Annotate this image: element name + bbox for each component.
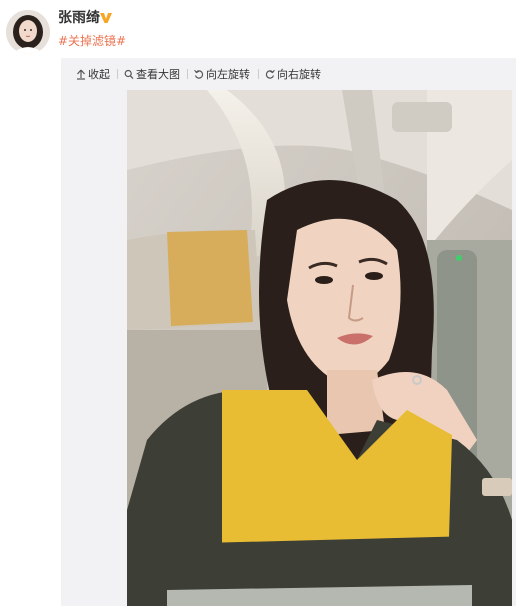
rotate-right-icon <box>265 69 275 79</box>
toolbar-divider <box>258 69 259 79</box>
rotate-left-icon <box>194 69 204 79</box>
username-link[interactable]: 张雨绮 <box>58 9 100 27</box>
avatar-image <box>6 10 50 54</box>
topic-hashtag-link[interactable]: #关掉滤镜# <box>58 33 126 49</box>
toolbar-divider <box>117 69 118 79</box>
collapse-label: 收起 <box>88 68 110 81</box>
media-toolbar: 收起 查看大图 向左旋转 向右旋转 <box>61 58 516 90</box>
avatar[interactable] <box>6 10 50 54</box>
rotate-left-button[interactable]: 向左旋转 <box>194 66 250 82</box>
rotate-right-label: 向右旋转 <box>277 68 321 81</box>
collapse-icon <box>77 69 85 80</box>
magnifier-icon <box>124 69 134 79</box>
photo-illustration <box>127 90 512 606</box>
rotate-right-button[interactable]: 向右旋转 <box>265 66 321 82</box>
verified-icon <box>100 13 112 23</box>
view-large-button[interactable]: 查看大图 <box>124 66 180 82</box>
media-panel: 收起 查看大图 向左旋转 向右旋转 <box>61 58 516 606</box>
view-large-label: 查看大图 <box>136 68 180 81</box>
collapse-button[interactable]: 收起 <box>76 66 110 82</box>
rotate-left-label: 向左旋转 <box>206 68 250 81</box>
post-photo[interactable] <box>127 90 512 606</box>
toolbar-divider <box>187 69 188 79</box>
